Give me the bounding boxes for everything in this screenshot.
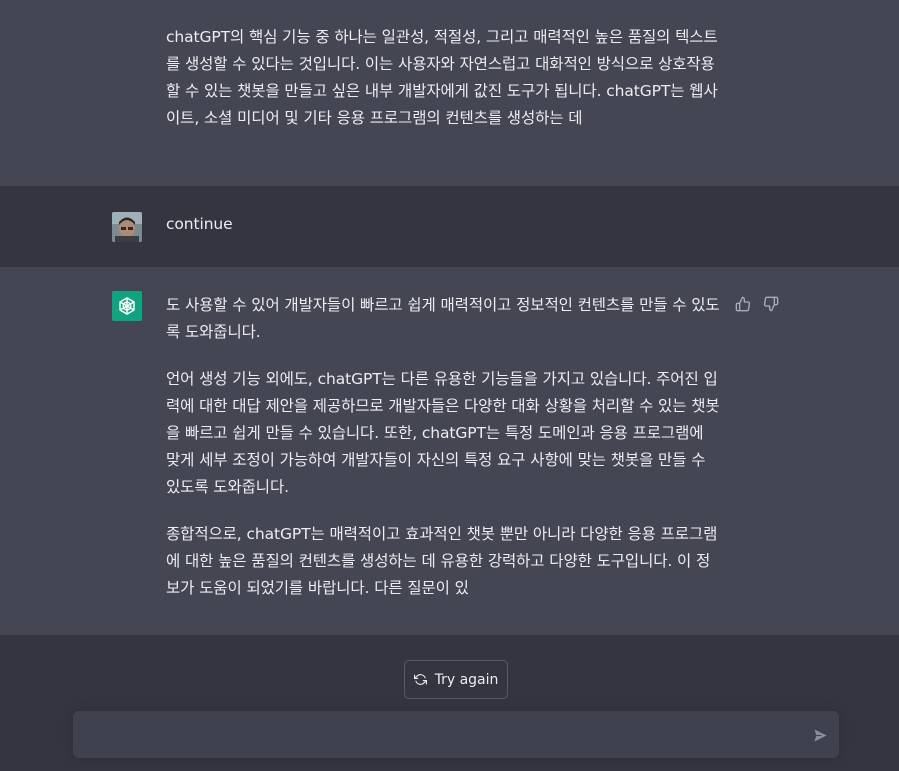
chat-page: chatGPT의 핵심 기능 중 하나는 일관성, 적절성, 그리고 매력적인 … [0, 0, 899, 771]
message-input[interactable] [87, 723, 787, 747]
user-avatar [112, 212, 142, 242]
assistant-message: 도 사용할 수 있어 개발자들이 빠르고 쉽게 매력적이고 정보적인 컨텐츠를 … [0, 267, 899, 635]
send-button[interactable] [811, 726, 829, 744]
assistant-message: chatGPT의 핵심 기능 중 하나는 일관성, 적절성, 그리고 매력적인 … [0, 0, 899, 186]
user-message: continue [0, 186, 899, 267]
try-again-label: Try again [434, 671, 499, 688]
message-text: continue [166, 211, 722, 238]
try-again-button[interactable]: Try again [404, 660, 508, 699]
thumbs-down-icon[interactable] [762, 295, 780, 313]
send-icon [814, 729, 826, 741]
user-photo-icon [112, 212, 142, 242]
thumbs-up-icon[interactable] [734, 295, 752, 313]
message-paragraph: chatGPT의 핵심 기능 중 하나는 일관성, 적절성, 그리고 매력적인 … [166, 28, 718, 127]
message-paragraph: 언어 생성 기능 외에도, chatGPT는 다른 유용한 기능들을 가지고 있… [166, 370, 720, 496]
assistant-avatar [112, 291, 142, 321]
openai-logo-icon [119, 297, 135, 315]
message-text: chatGPT의 핵심 기능 중 하나는 일관성, 적절성, 그리고 매력적인 … [166, 24, 722, 132]
message-paragraph: 종합적으로, chatGPT는 매력적이고 효과적인 챗봇 뿐만 아니라 다양한… [166, 525, 718, 597]
refresh-icon [413, 674, 427, 685]
message-composer [73, 711, 839, 758]
message-paragraph: 도 사용할 수 있어 개발자들이 빠르고 쉽게 매력적이고 정보적인 컨텐츠를 … [166, 296, 720, 341]
message-paragraph: continue [166, 215, 233, 233]
message-text: 도 사용할 수 있어 개발자들이 빠르고 쉽게 매력적이고 정보적인 컨텐츠를 … [166, 292, 722, 602]
feedback-buttons [734, 295, 780, 313]
